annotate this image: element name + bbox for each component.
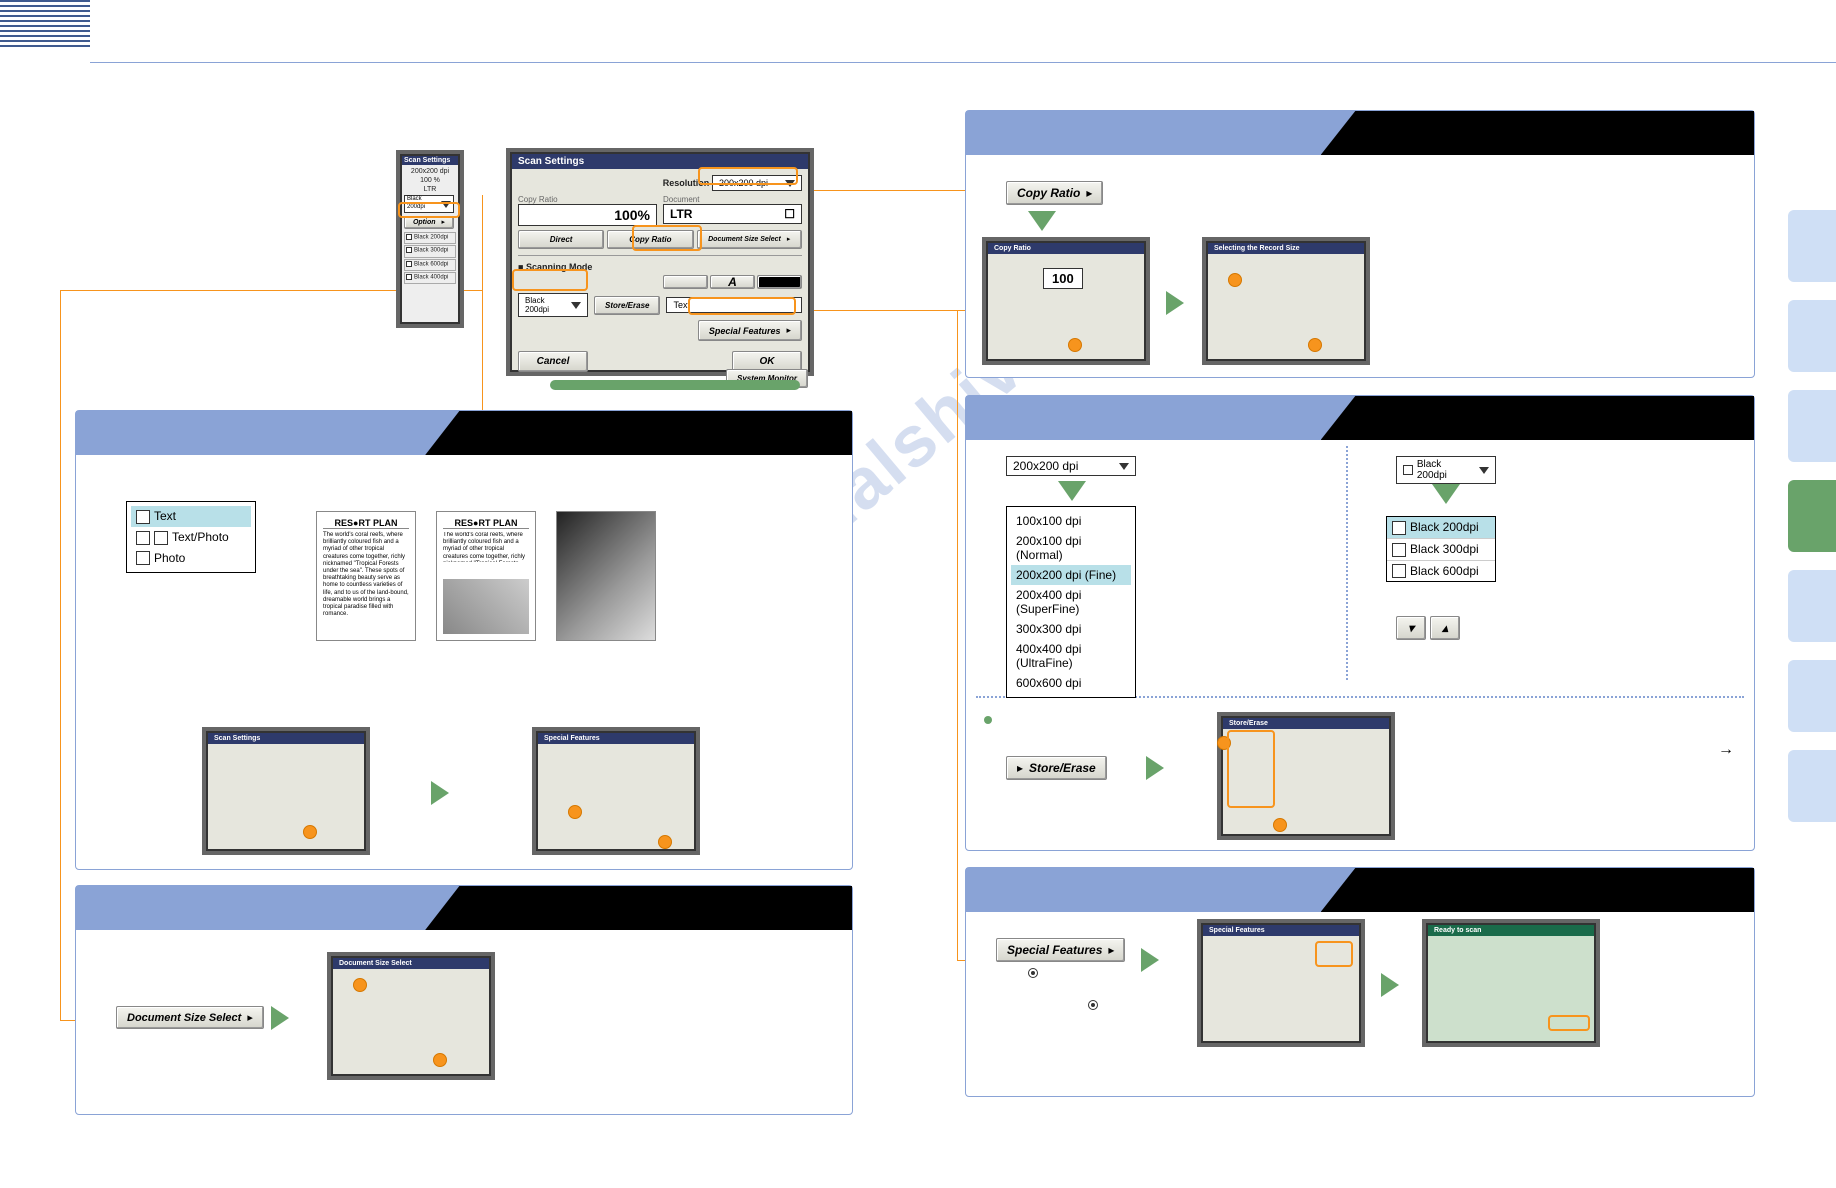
side-panel-title: Scan Settings [402, 156, 458, 165]
resolution-list: 100x100 dpi 200x100 dpi (Normal) 200x200… [1006, 506, 1136, 698]
arrow-down-icon [1432, 484, 1460, 504]
highlight [398, 202, 460, 218]
arrow-down-icon [1058, 481, 1086, 501]
mode-list: Text Text/Photo Photo [126, 501, 256, 573]
mode-text-photo[interactable]: Text/Photo [131, 527, 251, 548]
store-erase-button[interactable]: ▸Store/Erase [1006, 756, 1107, 780]
connector [957, 310, 958, 960]
arrow-down-icon [1028, 211, 1056, 231]
sample-text: RES●RT PLAN The world's coral reefs, whe… [316, 511, 416, 641]
mode-photo[interactable]: Photo [131, 548, 251, 569]
sample-photo [556, 511, 656, 641]
side-ratio: 200x200 dpi [404, 167, 456, 176]
res-opt[interactable]: 200x400 dpi (SuperFine) [1011, 585, 1131, 619]
side-tab-3[interactable] [1788, 390, 1836, 462]
sample-text-photo: RES●RT PLAN The world's coral reefs, whe… [436, 511, 536, 641]
connector [60, 290, 61, 1020]
panel-copy-ratio: Copy Ratio▸ Copy Ratio 100 Selecting the… [965, 110, 1755, 378]
arrow-right-icon [271, 1006, 289, 1030]
document-value: LTR [670, 207, 692, 221]
panel-resolution: 200x200 dpi 100x100 dpi 200x100 dpi (Nor… [965, 395, 1755, 851]
panel-text-mode: Text Text/Photo Photo RES●RT PLAN The wo… [75, 410, 853, 870]
mode-text[interactable]: Text [131, 506, 251, 527]
direct-button[interactable]: Direct [518, 230, 604, 249]
store-erase-button[interactable]: Store/Erase [594, 296, 660, 315]
store-erase-screenshot: Store/Erase [1221, 716, 1391, 836]
arrow-right-icon [1146, 756, 1164, 780]
resolution-dd[interactable]: 200x200 dpi [1006, 456, 1136, 476]
side-doc: LTR [404, 185, 456, 194]
up-button[interactable]: ▴ [1430, 616, 1460, 640]
step-screenshot-2: Special Features [536, 731, 696, 851]
document-label: Document [663, 195, 802, 204]
res-opt[interactable]: 200x100 dpi (Normal) [1011, 531, 1131, 565]
preset-4[interactable]: Black 400dpi [414, 275, 448, 281]
step-screenshot-1: Scan Settings [206, 731, 366, 851]
res-opt[interactable]: 100x100 dpi [1011, 511, 1131, 531]
preset-1[interactable]: Black 200dpi [414, 235, 448, 241]
copy-ratio-button[interactable]: Copy Ratio▸ [1006, 181, 1103, 205]
preset-2[interactable]: Black 300dpi [414, 248, 448, 254]
doc-size-select-button[interactable]: Document Size Select▸ [697, 230, 803, 249]
side-tab-5[interactable] [1788, 570, 1836, 642]
doc-size-select-button[interactable]: Document Size Select▸ [116, 1006, 264, 1029]
side-tab-7[interactable] [1788, 750, 1836, 822]
preset-opt[interactable]: Black 600dpi [1387, 561, 1495, 582]
preset-3[interactable]: Black 600dpi [414, 261, 448, 267]
copy-ratio-screenshot-1: Copy Ratio 100 [986, 241, 1146, 361]
sf-screenshot-2: Ready to scan [1426, 923, 1596, 1043]
side-tabs [1788, 210, 1836, 840]
panel-header [966, 396, 1754, 440]
arrow-right-icon [1381, 973, 1399, 997]
side-tab-6[interactable] [1788, 660, 1836, 732]
copy-ratio-screenshot-2: Selecting the Record Size [1206, 241, 1366, 361]
doc-size-screenshot: Document Size Select [331, 956, 491, 1076]
side-tab-1[interactable] [1788, 210, 1836, 282]
res-opt[interactable]: 600x600 dpi [1011, 673, 1131, 693]
panel-header [966, 868, 1754, 912]
panel-header [76, 411, 852, 455]
res-opt[interactable]: 300x300 dpi [1011, 619, 1131, 639]
preset-opt[interactable]: Black 200dpi [1387, 517, 1495, 539]
preset-opt[interactable]: Black 300dpi [1387, 539, 1495, 561]
panel-doc-size: Document Size Select▸ Document Size Sele… [75, 885, 853, 1115]
header-stripes [0, 0, 90, 50]
arrow-right-icon [1166, 291, 1184, 315]
side-tab-4[interactable] [1788, 480, 1836, 552]
panel-special-features: Special Features▸ Special Features Ready… [965, 867, 1755, 1097]
panel-header [966, 111, 1754, 155]
res-opt[interactable]: 400x400 dpi (UltraFine) [1011, 639, 1131, 673]
arrow-right-thin-icon: → [1718, 741, 1734, 759]
header-rule [90, 62, 1836, 63]
preset-dd[interactable]: Black 200dpi [1396, 456, 1496, 484]
special-features-button[interactable]: Special Features▸ [996, 938, 1125, 962]
panel-header [76, 886, 852, 930]
cancel-button[interactable]: Cancel [518, 351, 588, 372]
special-features-button[interactable]: Special Features▸ [698, 320, 802, 341]
arrow-right-icon [431, 781, 449, 805]
mode-dropdown[interactable]: Black 200dpi [518, 293, 588, 317]
sf-screenshot-1: Special Features [1201, 923, 1361, 1043]
base-bar [550, 380, 800, 390]
preset-list: Black 200dpi Black 300dpi Black 600dpi [1386, 516, 1496, 582]
copy-ratio-value: 100% [614, 207, 650, 223]
side-tab-2[interactable] [1788, 300, 1836, 372]
arrow-right-icon [1141, 948, 1159, 972]
down-button[interactable]: ▾ [1396, 616, 1426, 640]
side-pct: 100 % [404, 176, 456, 185]
copy-ratio-label: Copy Ratio [518, 195, 657, 204]
res-opt[interactable]: 200x200 dpi (Fine) [1011, 565, 1131, 585]
